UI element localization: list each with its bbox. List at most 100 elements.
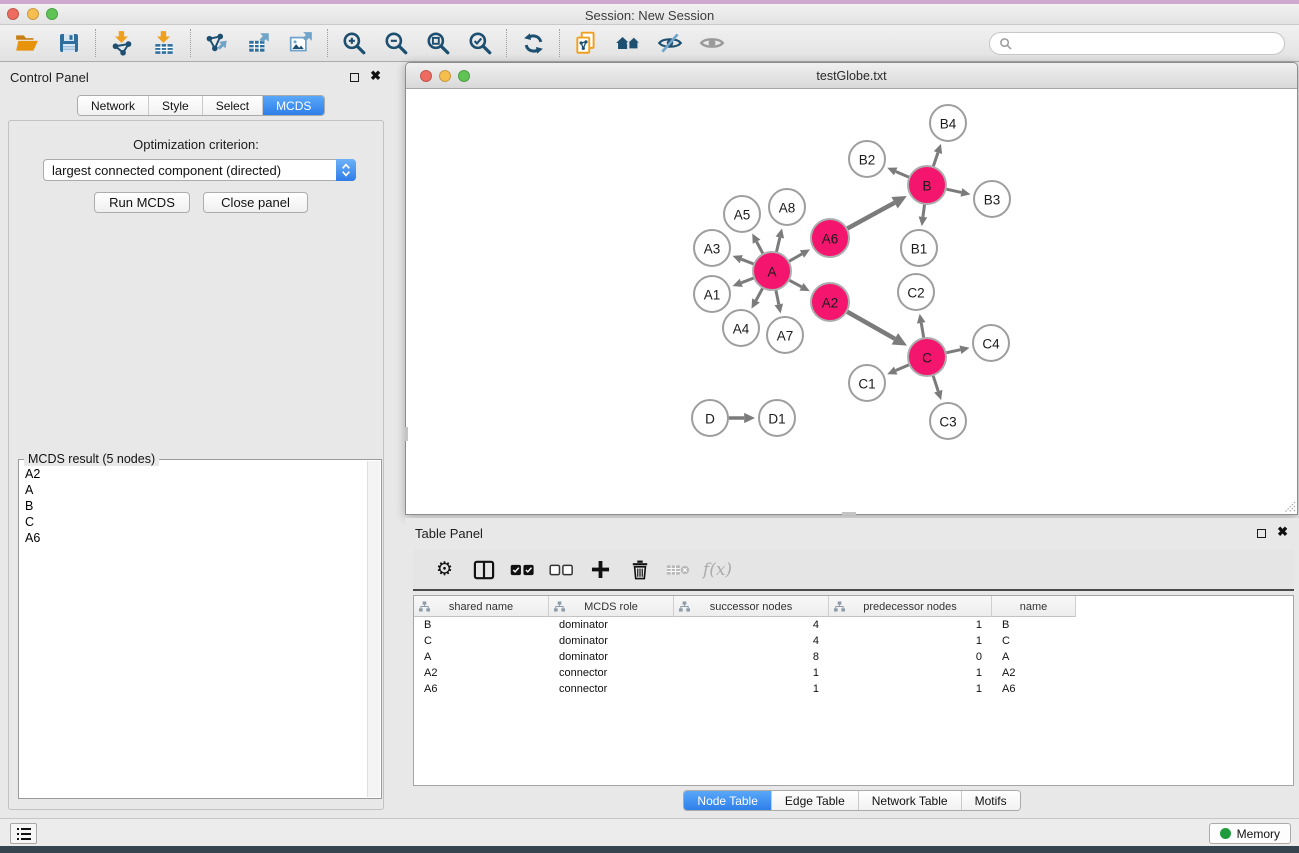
- mcds-result-list[interactable]: A2ABCA6: [19, 460, 381, 546]
- hide-graphics-details-button[interactable]: [649, 27, 691, 59]
- create-column-button[interactable]: [581, 553, 620, 587]
- table-cell[interactable]: connector: [549, 683, 674, 695]
- memory-button[interactable]: Memory: [1209, 823, 1291, 844]
- table-cell[interactable]: A2: [414, 667, 549, 679]
- table-cell[interactable]: A: [992, 651, 1076, 663]
- close-panel-icon[interactable]: ✖: [370, 68, 381, 84]
- network-window-titlebar[interactable]: testGlobe.txt: [406, 63, 1297, 89]
- import-table-button[interactable]: [143, 27, 185, 59]
- tab-network[interactable]: Network: [78, 96, 148, 115]
- zoom-fit-button[interactable]: [417, 27, 459, 59]
- column-header-name[interactable]: name: [992, 596, 1076, 617]
- column-header-MCDS-role[interactable]: MCDS role: [549, 596, 674, 617]
- column-header-successor-nodes[interactable]: successor nodes: [674, 596, 829, 617]
- table-settings-button[interactable]: ⚙: [425, 553, 464, 587]
- float-panel-icon[interactable]: [350, 73, 359, 82]
- close-network-window-button[interactable]: [420, 70, 432, 82]
- table-cell[interactable]: 1: [674, 683, 829, 695]
- mcds-result-item[interactable]: B: [25, 498, 381, 514]
- copy-network-button[interactable]: [565, 27, 607, 59]
- minimize-network-window-button[interactable]: [439, 70, 451, 82]
- table-cell[interactable]: 1: [829, 619, 992, 631]
- zoom-in-button[interactable]: [333, 27, 375, 59]
- table-cell[interactable]: 1: [829, 635, 992, 647]
- zoom-selected-button[interactable]: [459, 27, 501, 59]
- float-panel-icon[interactable]: [1257, 529, 1266, 538]
- deselect-all-columns-button[interactable]: [542, 553, 581, 587]
- export-table-button[interactable]: [238, 27, 280, 59]
- table-row[interactable]: A6connector11A6: [414, 681, 1293, 697]
- mcds-result-item[interactable]: C: [25, 514, 381, 530]
- export-network-button[interactable]: [196, 27, 238, 59]
- plus-icon: [591, 560, 610, 579]
- mcds-result-item[interactable]: A: [25, 482, 381, 498]
- table-cell[interactable]: B: [414, 619, 549, 631]
- table-cell[interactable]: A6: [992, 683, 1076, 695]
- show-hide-button[interactable]: [691, 27, 733, 59]
- table-row[interactable]: A2connector11A2: [414, 665, 1293, 681]
- tab-motifs[interactable]: Motifs: [961, 791, 1020, 810]
- table-cell[interactable]: 0: [829, 651, 992, 663]
- close-panel-icon[interactable]: ✖: [1277, 524, 1288, 540]
- frame-resize-notch[interactable]: [405, 427, 408, 441]
- table-cell[interactable]: C: [992, 635, 1076, 647]
- search-input[interactable]: [1018, 36, 1275, 50]
- resize-grip-icon[interactable]: [1283, 500, 1296, 513]
- export-image-button[interactable]: [280, 27, 322, 59]
- tab-edge-table[interactable]: Edge Table: [771, 791, 858, 810]
- table-cell[interactable]: dominator: [549, 651, 674, 663]
- task-history-button[interactable]: [10, 823, 37, 844]
- zoom-network-window-button[interactable]: [458, 70, 470, 82]
- search-box[interactable]: [989, 32, 1285, 55]
- table-cell[interactable]: C: [414, 635, 549, 647]
- zoom-out-button[interactable]: [375, 27, 417, 59]
- open-session-button[interactable]: [6, 27, 48, 59]
- table-cell[interactable]: A6: [414, 683, 549, 695]
- frame-resize-notch[interactable]: [842, 512, 856, 515]
- table-cell[interactable]: 4: [674, 619, 829, 631]
- table-cell[interactable]: A: [414, 651, 549, 663]
- table-cell[interactable]: B: [992, 619, 1076, 631]
- apply-layout-button[interactable]: [512, 27, 554, 59]
- table-row[interactable]: Cdominator41C: [414, 633, 1293, 649]
- window-title: Session: New Session: [0, 0, 1299, 28]
- table-cell[interactable]: 1: [829, 667, 992, 679]
- tab-mcds[interactable]: MCDS: [262, 96, 324, 115]
- table-cell[interactable]: 4: [674, 635, 829, 647]
- import-network-button[interactable]: [101, 27, 143, 59]
- tab-style[interactable]: Style: [148, 96, 202, 115]
- criterion-dropdown[interactable]: largest connected component (directed): [43, 159, 356, 181]
- refresh-icon: [521, 31, 546, 56]
- homes-button[interactable]: [607, 27, 649, 59]
- close-window-button[interactable]: [7, 8, 19, 20]
- network-graph[interactable]: B4B2BB3B1A5A8A3A6AA1A2A4A7C2C4CC1C3DD1: [406, 89, 1297, 514]
- edge-arrowhead-icon: [917, 314, 926, 324]
- select-all-columns-button[interactable]: [503, 553, 542, 587]
- column-header-shared-name[interactable]: shared name: [414, 596, 549, 617]
- show-columns-button[interactable]: [464, 553, 503, 587]
- table-cell[interactable]: A2: [992, 667, 1076, 679]
- table-cell[interactable]: 1: [674, 667, 829, 679]
- tab-select[interactable]: Select: [202, 96, 262, 115]
- tab-node-table[interactable]: Node Table: [684, 791, 771, 810]
- tab-network-table[interactable]: Network Table: [858, 791, 961, 810]
- column-header-predecessor-nodes[interactable]: predecessor nodes: [829, 596, 992, 617]
- table-cell[interactable]: 1: [829, 683, 992, 695]
- table-row[interactable]: Adominator80A: [414, 649, 1293, 665]
- zoom-window-button[interactable]: [46, 8, 58, 20]
- toolbar-separator: [190, 29, 191, 57]
- delete-column-button[interactable]: [620, 553, 659, 587]
- table-cell[interactable]: dominator: [549, 635, 674, 647]
- table-cell[interactable]: dominator: [549, 619, 674, 631]
- mcds-result-item[interactable]: A6: [25, 530, 381, 546]
- table-row[interactable]: Bdominator41B: [414, 617, 1293, 633]
- graph-node-label: B3: [984, 193, 1001, 208]
- result-scrollbar[interactable]: [367, 461, 380, 797]
- run-mcds-button[interactable]: Run MCDS: [94, 192, 190, 213]
- close-panel-button[interactable]: Close panel: [203, 192, 308, 213]
- table-cell[interactable]: 8: [674, 651, 829, 663]
- mcds-result-item[interactable]: A2: [25, 466, 381, 482]
- save-session-button[interactable]: [48, 27, 90, 59]
- minimize-window-button[interactable]: [27, 8, 39, 20]
- table-cell[interactable]: connector: [549, 667, 674, 679]
